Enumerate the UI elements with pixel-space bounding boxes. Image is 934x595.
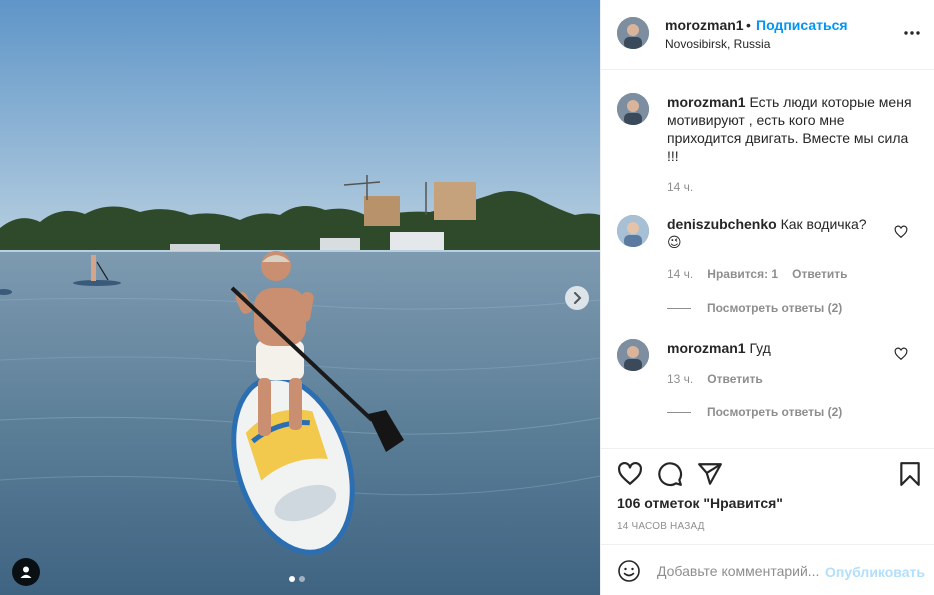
avatar-image — [617, 17, 649, 49]
view-replies-label: Посмотреть ответы (2) — [707, 405, 843, 419]
comment-time[interactable]: 13 ч. — [667, 372, 693, 386]
author-username[interactable]: morozman1 — [665, 17, 744, 33]
comment-username[interactable]: deniszubchenko — [667, 216, 777, 232]
next-slide-button[interactable] — [565, 286, 589, 310]
reply-button[interactable]: Ответить — [792, 267, 847, 281]
emoji-icon[interactable] — [617, 559, 641, 583]
view-replies-button[interactable]: Посмотреть ответы (2) — [667, 405, 842, 419]
caption-username[interactable]: morozman1 — [667, 94, 746, 110]
wink-emoji: 😉 — [667, 234, 682, 250]
view-replies-button[interactable]: Посмотреть ответы (2) — [667, 301, 842, 315]
chevron-right-icon — [574, 292, 582, 304]
comment-item: morozman1 Гуд 13 ч. Ответить Посмотреть … — [617, 339, 917, 448]
user-tag-icon — [20, 566, 32, 578]
caption: morozman1 Есть люди которые меня мотивир… — [617, 93, 917, 194]
caption-text: morozman1 Есть люди которые меня мотивир… — [667, 93, 917, 165]
heart-icon[interactable] — [894, 347, 908, 361]
avatar-image — [617, 93, 649, 125]
reply-button[interactable]: Ответить — [707, 372, 762, 386]
post-header: morozman1 • Подписаться Novosibirsk, Rus… — [601, 0, 934, 70]
likes-count[interactable]: 106 отметок "Нравится" — [617, 495, 783, 511]
separator-dot: • — [746, 17, 751, 33]
bookmark-icon[interactable] — [897, 461, 923, 487]
caption-meta: 14 ч. — [667, 180, 693, 194]
action-bar: 106 отметок "Нравится" 14 ЧАСОВ НАЗАД — [601, 448, 934, 544]
commenter-avatar[interactable] — [617, 215, 649, 247]
carousel-dot — [299, 576, 305, 582]
comment-body: Как водичка? — [780, 216, 867, 232]
post-photo[interactable] — [0, 0, 600, 595]
caption-avatar[interactable] — [617, 93, 649, 125]
comment-icon[interactable] — [657, 461, 683, 487]
replies-line — [667, 307, 691, 309]
publish-button[interactable]: Опубликовать — [825, 564, 925, 580]
view-replies-label: Посмотреть ответы (2) — [707, 301, 843, 315]
photo-scene — [0, 0, 600, 595]
share-icon[interactable] — [697, 461, 723, 487]
comment-meta: 13 ч. Ответить — [667, 372, 763, 386]
heart-icon[interactable] — [894, 225, 908, 239]
comment-meta: 14 ч. Нравится: 1 Ответить — [667, 267, 848, 281]
comment-likes[interactable]: Нравится: 1 — [707, 267, 778, 281]
post-details-panel: morozman1 • Подписаться Novosibirsk, Rus… — [600, 0, 934, 595]
comment-body: Гуд — [749, 340, 771, 356]
avatar-image — [617, 339, 649, 371]
comment-text: deniszubchenko Как водичка? 😉 — [667, 215, 887, 251]
more-icon[interactable] — [903, 24, 921, 42]
comment-item: deniszubchenko Как водичка? 😉 14 ч. Нрав… — [617, 215, 917, 325]
add-comment-bar: Опубликовать — [601, 544, 934, 595]
comment-text: morozman1 Гуд — [667, 339, 887, 357]
comment-input[interactable] — [657, 561, 823, 581]
tagged-users-button[interactable] — [12, 558, 40, 586]
post-timestamp[interactable]: 14 ЧАСОВ НАЗАД — [617, 521, 705, 532]
avatar-image — [617, 215, 649, 247]
comment-username[interactable]: morozman1 — [667, 340, 746, 356]
replies-line — [667, 411, 691, 413]
follow-button[interactable]: Подписаться — [756, 17, 848, 33]
author-avatar[interactable] — [617, 17, 649, 49]
post-location[interactable]: Novosibirsk, Russia — [665, 37, 770, 51]
caption-time[interactable]: 14 ч. — [667, 180, 693, 194]
carousel-indicator — [289, 576, 305, 582]
comment-time[interactable]: 14 ч. — [667, 267, 693, 281]
carousel-dot-active — [289, 576, 295, 582]
comments-list[interactable]: morozman1 Есть люди которые меня мотивир… — [601, 71, 934, 448]
heart-icon[interactable] — [617, 461, 643, 487]
commenter-avatar[interactable] — [617, 339, 649, 371]
